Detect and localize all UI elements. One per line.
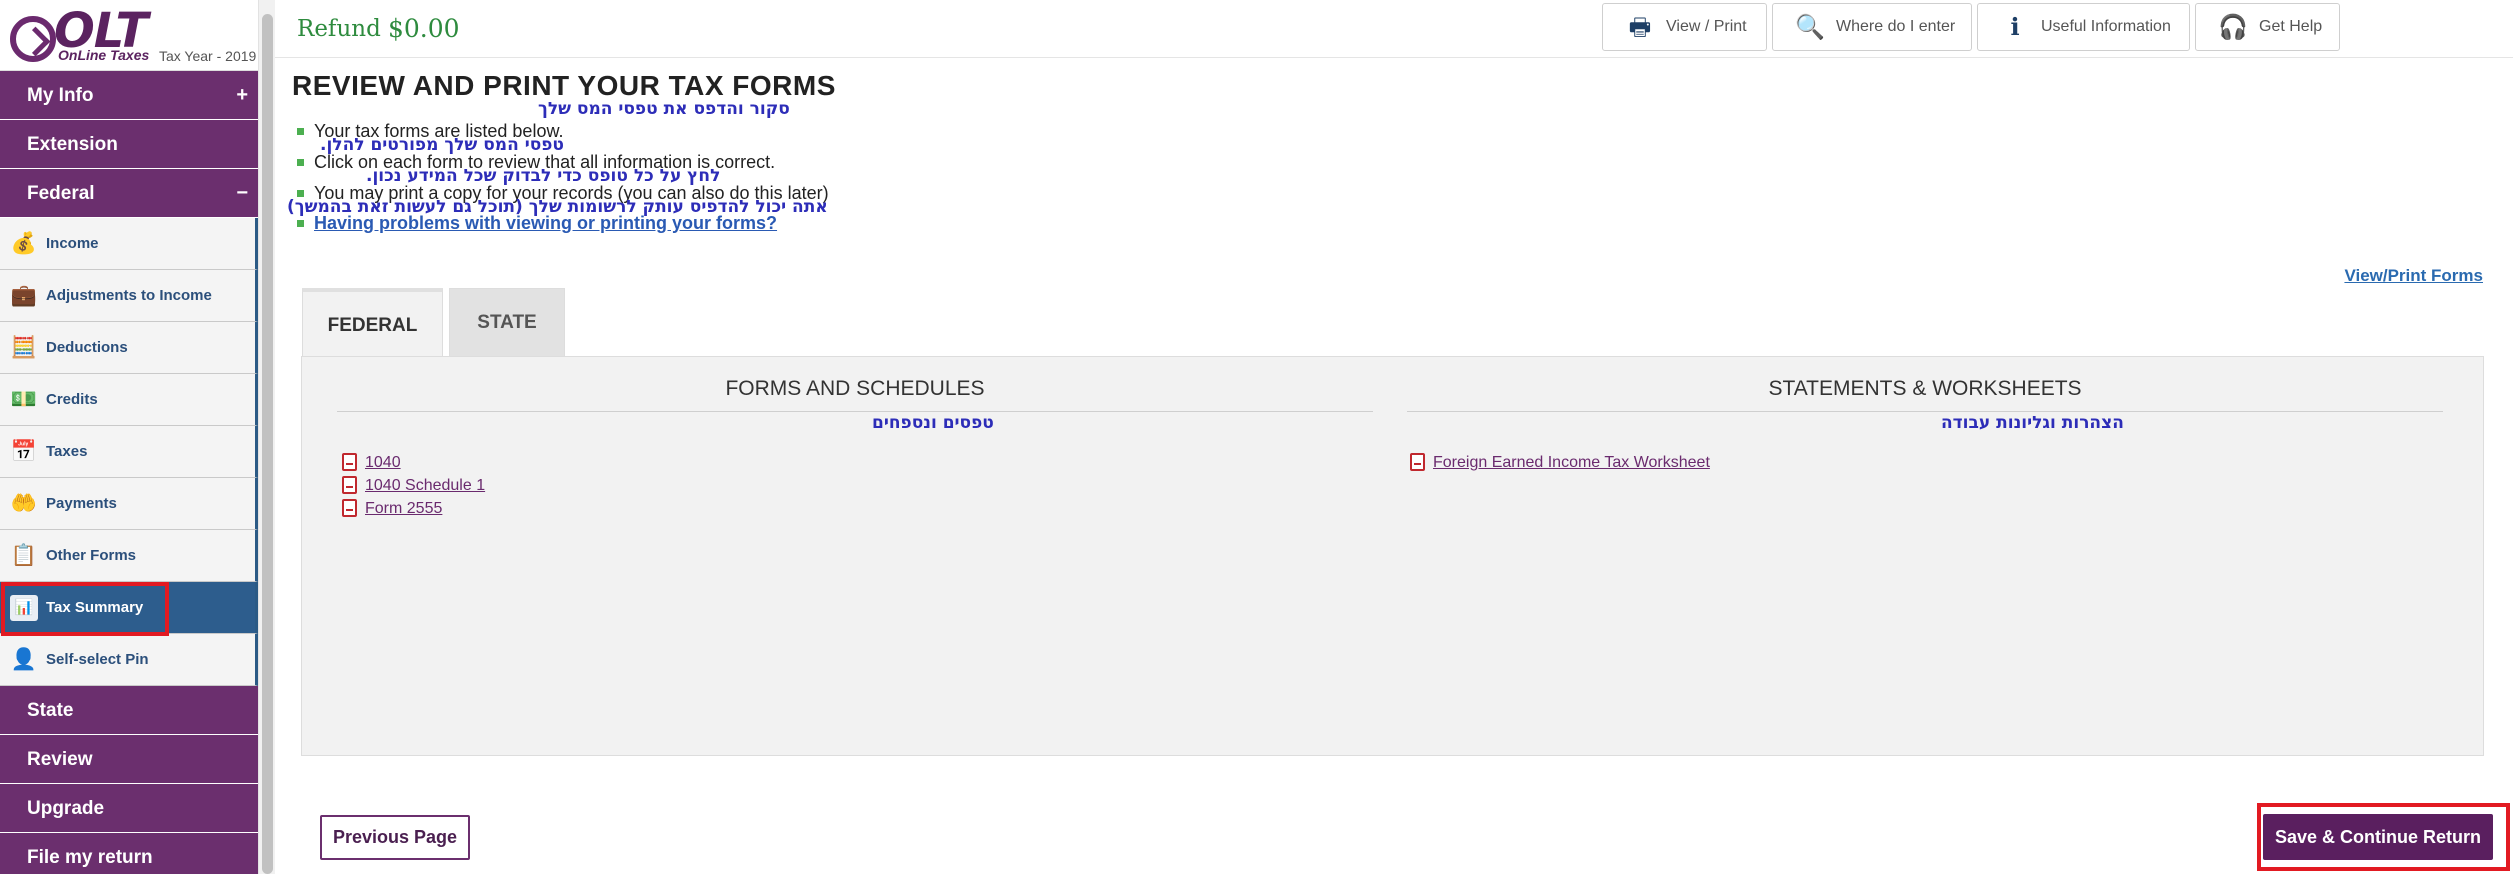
calculator-icon: 🧮 <box>10 336 38 359</box>
statements-heading-hebrew: הצהרות וגליונות עבודה <box>1941 413 2124 433</box>
where-do-i-enter-button[interactable]: 🔍 Where do I enter <box>1772 3 1972 51</box>
sidebar-item-extension[interactable]: Extension <box>0 120 258 169</box>
sidebar-item-label: Upgrade <box>27 798 105 819</box>
sidebar-item-upgrade[interactable]: Upgrade <box>0 784 258 833</box>
logo-arrow-icon <box>10 16 56 62</box>
sidebar-item-label: Payments <box>46 495 117 512</box>
pdf-icon <box>342 499 357 517</box>
sidebar-item-credits[interactable]: 💵 Credits <box>0 374 258 426</box>
sidebar-item-tax-summary[interactable]: 📊 Tax Summary <box>0 582 258 634</box>
tax-year: Tax Year - 2019 <box>159 48 257 64</box>
form-1040-link[interactable]: 1040 <box>340 453 401 472</box>
sidebar-item-review[interactable]: Review <box>0 735 258 784</box>
sidebar-item-label: Taxes <box>46 443 88 460</box>
form-2555-link[interactable]: Form 2555 <box>340 499 443 518</box>
statements-divider <box>1407 411 2443 412</box>
top-bar: Refund $0.00 🖶 View / Print 🔍 Where do I… <box>275 0 2513 58</box>
sidebar-item-label: Deductions <box>46 339 128 356</box>
cash-stack-icon: 💵 <box>10 388 38 411</box>
scrollbar-thumb[interactable] <box>262 14 273 874</box>
sidebar-item-label: Tax Summary <box>46 599 144 616</box>
refund-value: $0.00 <box>388 14 460 43</box>
person-pin-icon: 👤 <box>10 648 38 671</box>
forms-divider <box>337 411 1373 412</box>
sidebar-item-federal[interactable]: Federal − <box>0 169 258 218</box>
tab-federal[interactable]: FEDERAL <box>302 288 443 356</box>
sidebar-item-label: Adjustments to Income <box>46 287 212 304</box>
sidebar-item-label: Review <box>27 749 93 770</box>
sidebar-scrollbar[interactable] <box>258 0 275 874</box>
form-2555-label: Form 2555 <box>365 500 443 517</box>
previous-page-button[interactable]: Previous Page <box>320 815 470 860</box>
useful-information-label: Useful Information <box>2041 18 2171 35</box>
refund-label: Refund <box>297 16 381 42</box>
sidebar-item-label: Extension <box>27 134 118 155</box>
sidebar: OLT OnLine Taxes Tax Year - 2019 My Info… <box>0 0 258 874</box>
sidebar-item-deductions[interactable]: 🧮 Deductions <box>0 322 258 374</box>
help-agent-icon: 🎧 <box>2218 14 2248 41</box>
form-1040-label: 1040 <box>365 454 401 471</box>
sidebar-item-label: Other Forms <box>46 547 137 564</box>
sidebar-item-state[interactable]: State <box>0 686 258 735</box>
tab-state[interactable]: STATE <box>449 288 565 356</box>
pdf-icon <box>342 453 357 471</box>
help-link[interactable]: Having problems with viewing or printing… <box>314 213 777 233</box>
get-help-label: Get Help <box>2259 18 2323 35</box>
sidebar-item-label: Self-select Pin <box>46 651 149 668</box>
money-bag-icon: 💰 <box>10 232 38 255</box>
sidebar-item-label: State <box>27 700 74 721</box>
collapse-icon: − <box>236 182 248 204</box>
olt-logo[interactable]: OLT OnLine Taxes Tax Year - 2019 <box>0 0 258 71</box>
sidebar-item-income[interactable]: 💰 Income <box>0 218 258 270</box>
get-help-button[interactable]: 🎧 Get Help <box>2195 3 2340 51</box>
statements-heading: STATEMENTS & WORKSHEETS <box>1768 377 2082 400</box>
view-print-label: View / Print <box>1666 18 1747 35</box>
printer-icon: 🖶 <box>1628 14 1652 41</box>
sidebar-item-other-forms[interactable]: 📋 Other Forms <box>0 530 258 582</box>
sidebar-item-adjustments-to-income[interactable]: 💼 Adjustments to Income <box>0 270 258 322</box>
main-content: REVIEW AND PRINT YOUR TAX FORMS סקור והד… <box>275 58 2513 874</box>
logo-tagline: OnLine Taxes <box>58 47 150 63</box>
view-print-button[interactable]: 🖶 View / Print <box>1602 3 1767 51</box>
foreign-earned-income-worksheet-label: Foreign Earned Income Tax Worksheet <box>1433 454 1710 471</box>
useful-information-button[interactable]: ℹ Useful Information <box>1977 3 2190 51</box>
sidebar-nav: My Info + Extension Federal − 💰 Income 💼 Adjustm… <box>0 71 258 874</box>
where-do-i-enter-label: Where do I enter <box>1836 18 1956 35</box>
form-1040-schedule-1-label: 1040 Schedule 1 <box>365 477 486 494</box>
page-title: REVIEW AND PRINT YOUR TAX FORMS <box>292 70 836 101</box>
sidebar-item-label: My Info <box>27 85 94 106</box>
briefcase-icon: 💼 <box>10 284 38 307</box>
tax-calendar-icon: 📅 <box>10 440 38 463</box>
sidebar-item-taxes[interactable]: 📅 Taxes <box>0 426 258 478</box>
page-title-hebrew: סקור והדפס את טפסי המס שלך <box>538 99 790 119</box>
form-1040-schedule-1-link[interactable]: 1040 Schedule 1 <box>340 476 486 495</box>
sidebar-item-my-info[interactable]: My Info + <box>0 71 258 120</box>
search-icon: 🔍 <box>1795 14 1825 41</box>
info-icon: ℹ <box>2010 14 2020 41</box>
chart-icon: 📊 <box>10 595 38 621</box>
sidebar-item-label: Credits <box>46 391 98 408</box>
sidebar-item-self-select-pin[interactable]: 👤 Self-select Pin <box>0 634 258 686</box>
sidebar-item-label: File my return <box>27 847 153 868</box>
expand-icon: + <box>236 84 248 106</box>
sidebar-item-label: Federal <box>27 183 95 204</box>
forms-heading: FORMS AND SCHEDULES <box>725 377 985 400</box>
foreign-earned-income-worksheet-link[interactable]: Foreign Earned Income Tax Worksheet <box>1408 453 1710 472</box>
payment-hand-icon: 🤲 <box>10 492 38 515</box>
pdf-icon <box>1410 453 1425 471</box>
sidebar-item-label: Income <box>46 235 99 252</box>
sidebar-item-payments[interactable]: 🤲 Payments <box>0 478 258 530</box>
view-print-forms-link[interactable]: View/Print Forms <box>2344 266 2483 286</box>
save-continue-button[interactable]: Save & Continue Return <box>2263 814 2493 860</box>
forms-heading-hebrew: טפסים ונספחים <box>872 413 994 433</box>
pdf-icon <box>342 476 357 494</box>
sidebar-item-file-my-return[interactable]: File my return <box>0 833 258 874</box>
help-bullet: Having problems with viewing or printing… <box>292 213 777 234</box>
forms-panel: FORMS AND SCHEDULES טפסים ונספחים 1040 1… <box>301 356 2484 756</box>
clipboard-icon: 📋 <box>10 544 38 567</box>
